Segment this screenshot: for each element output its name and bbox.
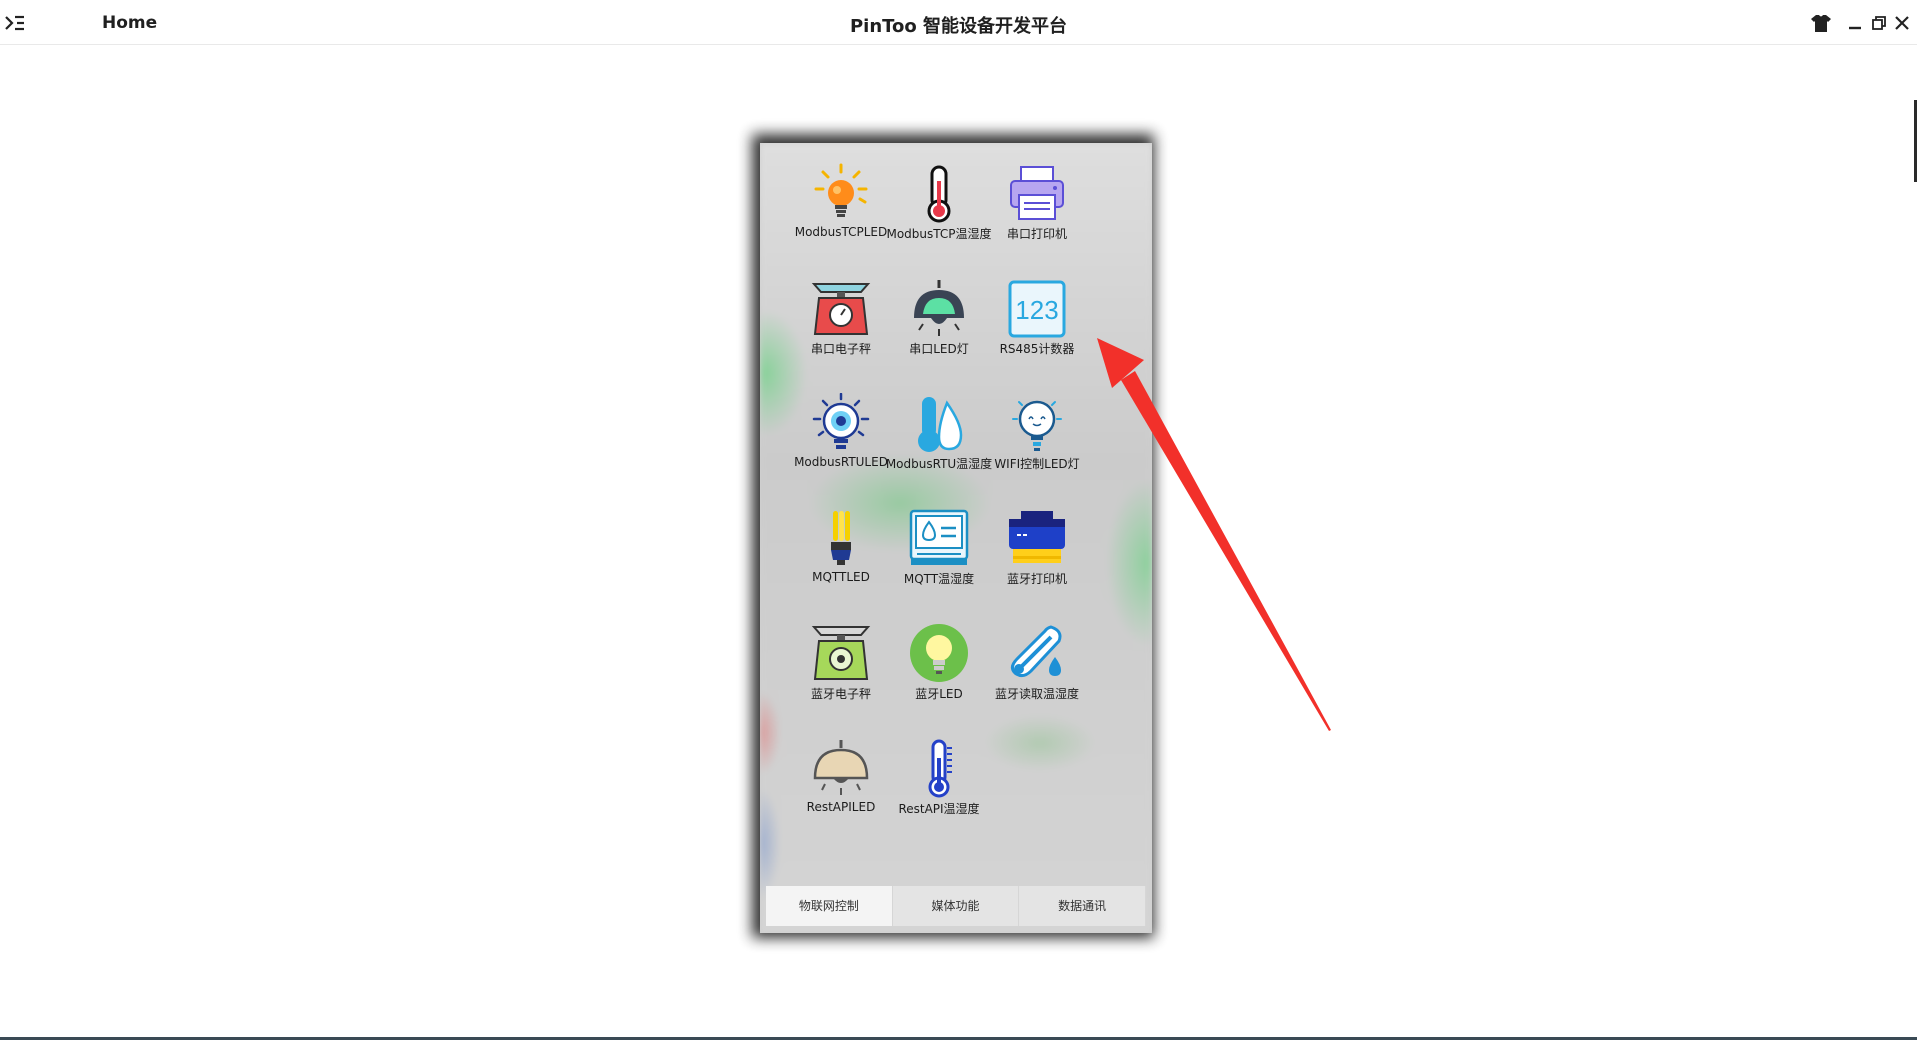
humidity-panel-icon (909, 509, 969, 565)
counter-icon: 123 (1008, 280, 1066, 338)
smile-bulb-icon (1012, 400, 1062, 451)
app-label: 串口打印机 (1006, 227, 1067, 241)
app-label: WIFI控制LED灯 (994, 457, 1080, 471)
bulb-icon (814, 163, 868, 217)
probe-thermometer-icon (1010, 625, 1062, 678)
app-label: 蓝牙打印机 (1006, 572, 1067, 586)
cfl-bulb-icon (831, 511, 851, 565)
app-label: 蓝牙读取温湿度 (994, 687, 1079, 701)
window-title: PinToo 智能设备开发平台 (849, 16, 1068, 37)
blue-thermometer-icon (928, 739, 952, 798)
thermo-drop-icon (918, 397, 963, 452)
bottom-tab-bar: 物联网控制 媒体功能 数据通讯 (766, 886, 1147, 926)
green-bulb-icon (910, 624, 968, 682)
app-restapi-temp-humidity[interactable]: RestAPI温湿度 (879, 718, 999, 828)
app-rs485-counter[interactable]: 123 RS485计数器 (977, 258, 1097, 368)
close-icon[interactable] (1893, 13, 1911, 33)
shirt-icon[interactable] (1810, 13, 1832, 33)
green-scale-icon (811, 626, 871, 680)
minimize-icon[interactable] (1846, 13, 1864, 33)
pendant-lamp-icon (813, 740, 869, 795)
title-bar: Home PinToo 智能设备开发平台 (0, 0, 1917, 45)
restore-icon[interactable] (1870, 13, 1888, 33)
counter-text: 123 (1015, 295, 1058, 325)
app-bluetooth-printer[interactable]: 蓝牙打印机 (977, 488, 1097, 598)
app-grid: ModbusTCPLED ModbusTCP温湿度 串口打印机 串口电子秤 串口… (760, 143, 1152, 883)
thermometer-icon (927, 165, 951, 223)
app-label: RS485计数器 (999, 342, 1075, 356)
blue-printer-icon (1009, 511, 1065, 563)
app-serial-printer[interactable]: 串口打印机 (977, 143, 1097, 253)
bulb-ring-icon (812, 393, 870, 449)
lamp-icon (914, 280, 964, 336)
tab-data-communication[interactable]: 数据通讯 (1019, 886, 1147, 926)
phone-preview: ModbusTCPLED ModbusTCP温湿度 串口打印机 串口电子秤 串口… (760, 143, 1152, 933)
tab-iot-control[interactable]: 物联网控制 (766, 886, 893, 926)
app-wifi-led-lamp[interactable]: WIFI控制LED灯 (977, 373, 1097, 483)
scale-icon (811, 283, 871, 335)
app-label: RestAPI温湿度 (898, 802, 980, 816)
app-bluetooth-read-temp-humidity[interactable]: 蓝牙读取温湿度 (977, 603, 1097, 713)
tab-media[interactable]: 媒体功能 (892, 886, 1020, 926)
printer-icon (1010, 166, 1064, 220)
